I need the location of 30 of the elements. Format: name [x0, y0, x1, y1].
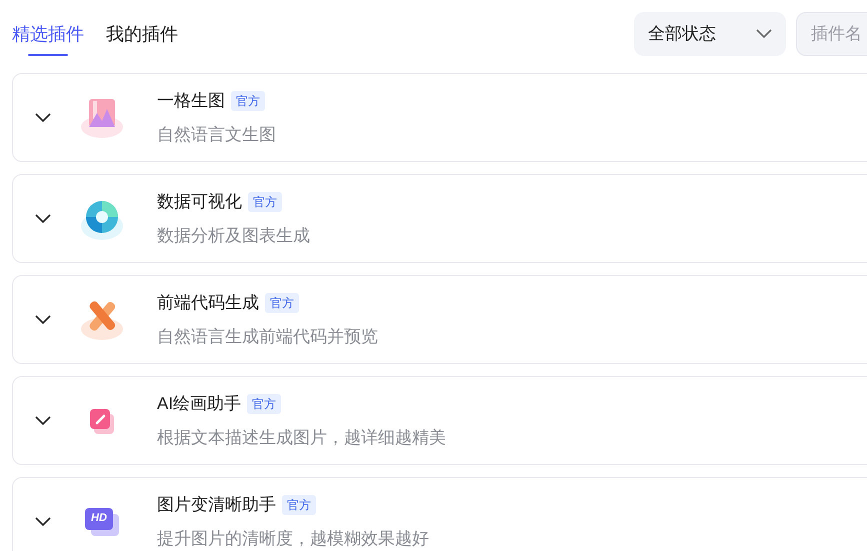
- plugin-card[interactable]: 一格生图 官方 自然语言文生图: [12, 73, 867, 162]
- plugin-description: 根据文本描述生成图片，越详细越精美: [157, 426, 446, 448]
- plugin-description: 自然语言文生图: [157, 124, 276, 146]
- tab[interactable]: 我的插件: [106, 14, 178, 54]
- official-tag: 官方: [265, 292, 299, 313]
- plugin-description: 数据分析及图表生成: [157, 224, 310, 246]
- plugin-title: 前端代码生成: [157, 292, 259, 314]
- chevron-icon: [35, 214, 51, 224]
- plugin-card[interactable]: HD 图片变清晰助手 官方 提升图片的清晰度，越模糊效果越好: [12, 477, 867, 551]
- official-tag: 官方: [282, 494, 316, 515]
- official-tag: 官方: [247, 394, 282, 414]
- plugin-description: 提升图片的清晰度，越模糊效果越好: [157, 528, 429, 550]
- plugin-title: 一格生图: [157, 90, 225, 112]
- plugin-card[interactable]: AI绘画助手 官方 根据文本描述生成图片，越详细越精美: [12, 376, 867, 465]
- plugin-title: AI绘画助手: [157, 393, 242, 415]
- plugin-card[interactable]: 前端代码生成 官方 自然语言生成前端代码并预览: [12, 275, 867, 364]
- chevron-down-icon: [756, 29, 772, 39]
- chevron-icon: [35, 112, 51, 122]
- plugin-title: 图片变清晰助手: [157, 494, 276, 516]
- official-tag: 官方: [231, 90, 265, 111]
- plugin-card[interactable]: 数据可视化 官方 数据分析及图表生成: [12, 174, 867, 263]
- tab[interactable]: 精选插件: [12, 14, 84, 54]
- official-tag: 官方: [248, 192, 282, 212]
- chevron-icon: [35, 416, 51, 426]
- plugin-description: 自然语言生成前端代码并预览: [157, 326, 378, 348]
- chevron-icon: [35, 516, 51, 526]
- search-field[interactable]: 插件名: [796, 12, 867, 56]
- plugin-title: 数据可视化: [157, 191, 242, 213]
- status-dropdown[interactable]: 全部状态: [634, 12, 786, 56]
- chevron-icon: [35, 314, 51, 324]
